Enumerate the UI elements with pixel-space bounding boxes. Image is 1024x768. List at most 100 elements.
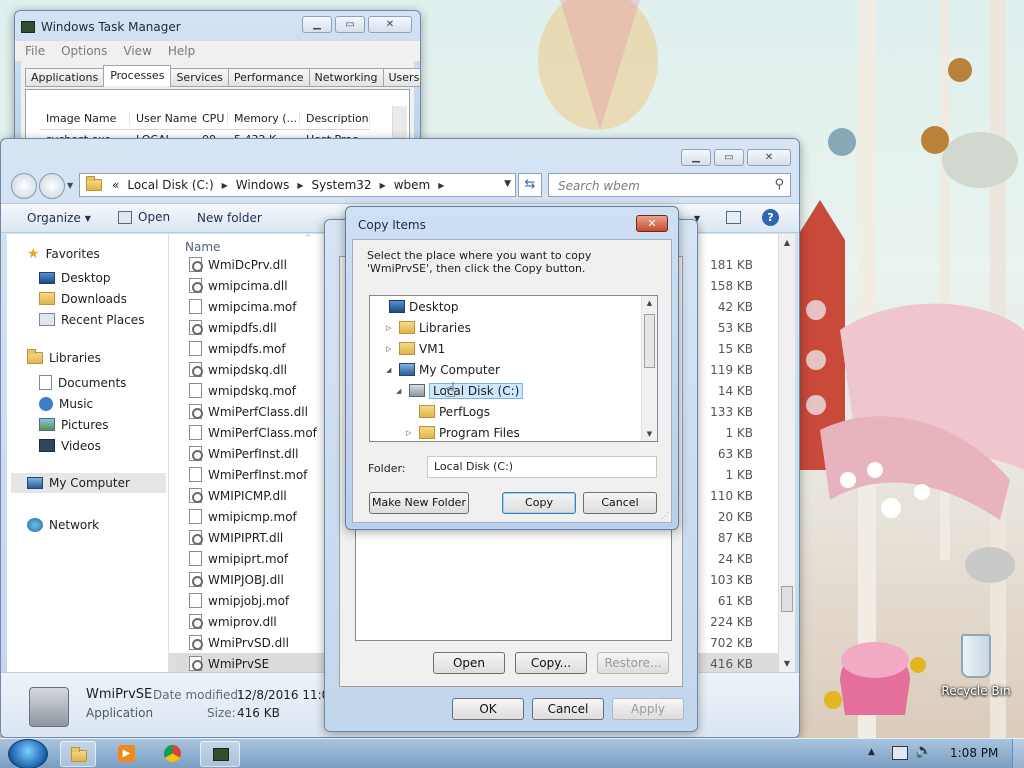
nav-network[interactable]: Network (27, 518, 99, 532)
dialog-copy-button[interactable]: Copy (502, 492, 576, 514)
organize-menu[interactable]: Organize (27, 211, 81, 225)
show-desktop-button[interactable] (1012, 739, 1024, 768)
forward-button[interactable] (39, 173, 65, 199)
nav-my-computer[interactable]: My Computer (11, 473, 166, 493)
column-header-name[interactable]: Name (185, 240, 220, 254)
menu-help[interactable]: Help (168, 44, 195, 58)
taskbar-media-player-button[interactable]: ▶ (110, 742, 142, 766)
address-history-dropdown-icon[interactable]: ▼ (504, 179, 511, 189)
address-crumb[interactable]: Windows (236, 178, 290, 192)
scroll-down-arrow[interactable]: ▼ (779, 659, 795, 668)
close-button[interactable]: ✕ (747, 149, 791, 166)
volume-icon[interactable]: 🔈 (915, 743, 932, 759)
menu-file[interactable]: File (25, 44, 45, 58)
tree-item-local-disk-c[interactable]: ◢ Local Disk (C:) (370, 380, 642, 401)
process-column-header[interactable]: User Name (130, 112, 197, 125)
menu-view[interactable]: View (123, 44, 151, 58)
scroll-thumb[interactable] (781, 586, 793, 612)
help-icon[interactable]: ? (762, 209, 779, 226)
taskbar-chrome-button[interactable] (156, 742, 188, 766)
tab-applications[interactable]: Applications (25, 68, 105, 87)
open-toolbar-button[interactable]: Open (118, 210, 170, 224)
show-hidden-icons[interactable]: ▲ (868, 747, 875, 757)
tree-expander-icon[interactable]: ▷ (406, 429, 415, 437)
tree-expander-icon[interactable]: ▷ (386, 324, 395, 332)
new-folder-button[interactable]: New folder (197, 211, 262, 225)
tree-expander-icon[interactable]: ▷ (386, 345, 395, 353)
resize-grip[interactable]: ⋰ (661, 511, 669, 520)
process-column-header[interactable]: Description (300, 112, 370, 125)
process-column-header[interactable]: Memory (... (228, 112, 300, 125)
refresh-button[interactable]: ⇆ (518, 173, 542, 197)
preview-pane-icon[interactable] (726, 211, 741, 224)
tree-expander-icon[interactable]: ◢ (386, 366, 395, 374)
process-column-header[interactable]: Image Name (40, 112, 130, 125)
chevron-right-icon[interactable]: ▶ (438, 181, 444, 190)
copy-button[interactable]: Copy... (515, 652, 587, 674)
clock[interactable]: 1:08 PM (950, 746, 998, 760)
address-overflow[interactable]: « (112, 178, 119, 192)
tab-services[interactable]: Services (170, 68, 229, 87)
tab-networking[interactable]: Networking (308, 68, 384, 87)
back-button[interactable] (11, 173, 37, 199)
tree-expander-icon[interactable]: ◢ (396, 387, 405, 395)
nav-item-videos[interactable]: Videos (39, 435, 126, 456)
nav-item-music[interactable]: Music (39, 393, 126, 414)
search-input[interactable]: Search wbem (558, 179, 640, 193)
nav-favorites[interactable]: ★ Favorites (27, 246, 100, 262)
nav-libraries[interactable]: Libraries (27, 349, 101, 365)
file-size: 702 KB (710, 635, 753, 650)
scroll-thumb[interactable] (644, 314, 655, 368)
file-list-scrollbar[interactable]: ▲ ▼ (778, 234, 795, 672)
cancel-button[interactable]: Cancel (532, 698, 604, 720)
chevron-right-icon[interactable]: ▶ (380, 181, 386, 190)
start-button[interactable] (8, 739, 48, 768)
tree-item-program-files[interactable]: ▷ Program Files (370, 422, 642, 441)
tab-processes[interactable]: Processes (103, 65, 172, 86)
tab-performance[interactable]: Performance (227, 68, 310, 87)
recycle-bin-shortcut[interactable]: Recycle Bin (940, 634, 1012, 698)
nav-item-documents[interactable]: Documents (39, 372, 126, 393)
tree-scrollbar[interactable]: ▲ ▼ (641, 296, 657, 441)
nav-item-desktop[interactable]: Desktop (39, 267, 144, 288)
scroll-up-arrow[interactable]: ▲ (779, 238, 795, 247)
open-button[interactable]: Open (433, 652, 505, 674)
tab-users[interactable]: Users (382, 68, 420, 87)
nav-item-downloads[interactable]: Downloads (39, 288, 144, 309)
dialog-cancel-button[interactable]: Cancel (583, 492, 657, 514)
minimize-button[interactable]: ▁ (302, 16, 332, 33)
address-crumb[interactable]: wbem (394, 178, 431, 192)
make-new-folder-button[interactable]: Make New Folder (369, 492, 469, 514)
tree-item-my-computer[interactable]: ◢ My Computer (370, 359, 642, 380)
folder-field[interactable]: Local Disk (C:) (427, 456, 657, 478)
taskbar-task-manager-button[interactable] (200, 741, 240, 767)
dialog-close-button[interactable]: ✕ (636, 215, 668, 232)
scroll-up-arrow[interactable]: ▲ (642, 299, 657, 307)
file-icon (189, 509, 202, 524)
recent-pages-dropdown[interactable]: ▼ (67, 181, 73, 190)
process-column-header[interactable]: CPU (196, 112, 228, 125)
address-crumb[interactable]: System32 (312, 178, 372, 192)
nav-item-recent-places[interactable]: Recent Places (39, 309, 144, 330)
tree-item-desktop[interactable]: Desktop (370, 296, 642, 317)
restore-button: Restore... (597, 652, 669, 674)
address-bar[interactable]: « Local Disk (C:) ▶ Windows ▶ System32 ▶ wbem ▶… (79, 173, 516, 197)
task-manager-window: Windows Task Manager ▁ ▭ ✕ File Options Vi… (14, 10, 421, 150)
minimize-button[interactable]: ▁ (681, 149, 711, 166)
maximize-button[interactable]: ▭ (714, 149, 744, 166)
taskbar-explorer-button[interactable] (60, 741, 96, 767)
search-box[interactable]: Search wbem ⚲ (548, 173, 791, 197)
chevron-right-icon[interactable]: ▶ (222, 181, 228, 190)
tree-item-libraries[interactable]: ▷ Libraries (370, 317, 642, 338)
network-tray-icon[interactable] (892, 746, 908, 760)
close-button[interactable]: ✕ (368, 16, 412, 33)
address-crumb[interactable]: Local Disk (C:) (127, 178, 213, 192)
maximize-button[interactable]: ▭ (335, 16, 365, 33)
menu-options[interactable]: Options (61, 44, 107, 58)
tree-item-perflogs[interactable]: PerfLogs (370, 401, 642, 422)
nav-item-pictures[interactable]: Pictures (39, 414, 126, 435)
chevron-right-icon[interactable]: ▶ (297, 181, 303, 190)
ok-button[interactable]: OK (452, 698, 524, 720)
tree-item-vm1[interactable]: ▷ VM1 (370, 338, 642, 359)
scroll-down-arrow[interactable]: ▼ (642, 430, 657, 438)
